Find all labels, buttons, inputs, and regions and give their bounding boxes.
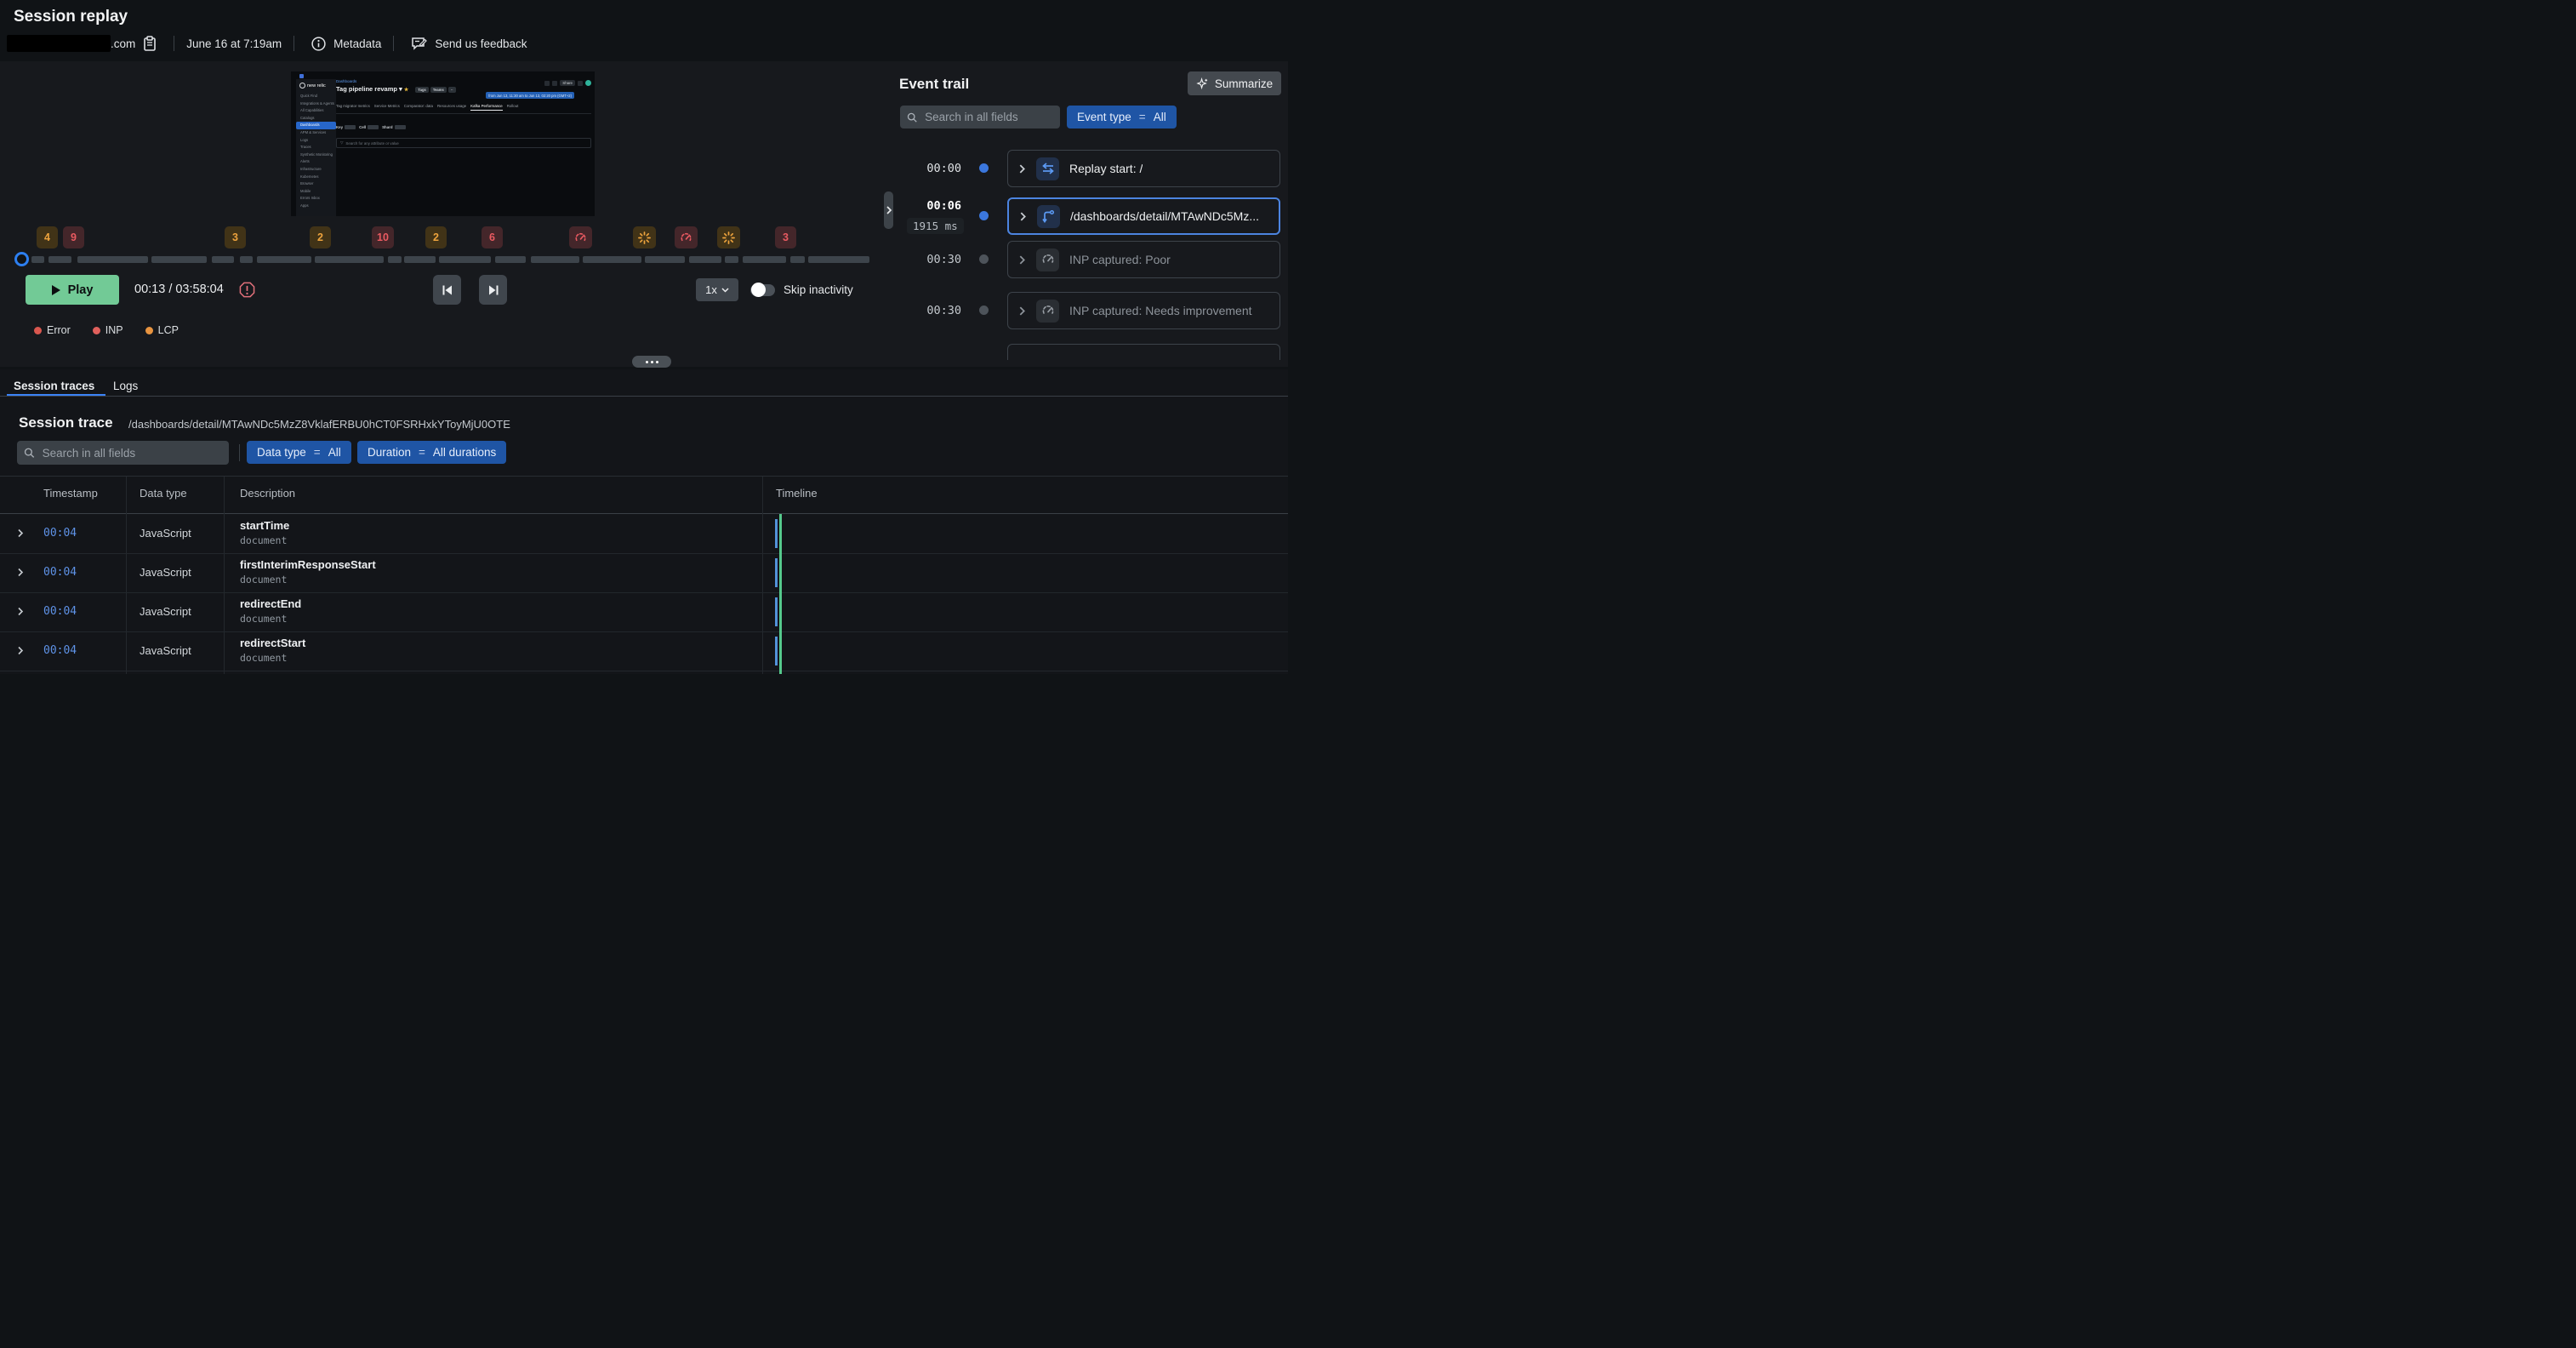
tab-session-traces[interactable]: Session traces bbox=[14, 380, 94, 392]
chevron-right-icon bbox=[1018, 255, 1026, 265]
row-description-name: firstInterimResponseStart bbox=[240, 558, 376, 571]
event-card-partial[interactable] bbox=[1007, 344, 1280, 360]
row-timestamp: 00:04 bbox=[43, 644, 77, 657]
chevron-right-icon bbox=[1018, 164, 1026, 174]
chevron-right-icon bbox=[17, 568, 24, 577]
column-header-description[interactable]: Description bbox=[240, 487, 295, 500]
trace-table-row[interactable]: 00:04 JavaScript redirectEnd document bbox=[0, 592, 1288, 632]
row-data-type: JavaScript bbox=[140, 605, 191, 618]
event-dot-gray[interactable] bbox=[979, 254, 989, 264]
trace-search[interactable] bbox=[17, 441, 229, 465]
event-time: 00:06 bbox=[910, 199, 961, 213]
tab-logs[interactable]: Logs bbox=[113, 380, 138, 392]
column-header-timeline[interactable]: Timeline bbox=[776, 487, 818, 500]
row-timeline-marker bbox=[775, 597, 778, 626]
row-description-detail: document bbox=[240, 613, 287, 625]
row-timestamp: 00:04 bbox=[43, 566, 77, 579]
trace-table-row[interactable]: 00:04 JavaScript firstInterimResponseSta… bbox=[0, 553, 1288, 593]
trace-table-row[interactable]: 00:04 JavaScript startTime document bbox=[0, 514, 1288, 554]
row-timestamp: 00:04 bbox=[43, 605, 77, 618]
trace-search-input[interactable] bbox=[41, 446, 222, 460]
row-description-detail: document bbox=[240, 534, 287, 546]
session-replay-page: Session replay .com June 16 at 7:19am Me… bbox=[0, 0, 1288, 674]
event-list: 00:00 Replay start: / 00:06 1915 ms /das… bbox=[0, 0, 1288, 360]
session-trace-path: /dashboards/detail/MTAwNDc5MzZ8VklafERBU… bbox=[128, 418, 510, 431]
chevron-right-icon bbox=[17, 607, 24, 616]
chevron-right-icon bbox=[17, 646, 24, 655]
event-card-route-change[interactable]: /dashboards/detail/MTAwNDc5Mz... bbox=[1007, 197, 1280, 235]
timeline-playhead-line bbox=[779, 514, 782, 674]
row-timeline-marker bbox=[775, 558, 778, 587]
duration-filter-pill[interactable]: Duration=All durations bbox=[357, 441, 506, 464]
event-time: 00:30 bbox=[910, 304, 961, 317]
table-top-border bbox=[0, 476, 1288, 477]
row-description-name: redirectStart bbox=[240, 637, 305, 649]
event-card-replay-start[interactable]: Replay start: / bbox=[1007, 150, 1280, 187]
data-type-filter-pill[interactable]: Data type=All bbox=[247, 441, 351, 464]
gauge-icon bbox=[1036, 248, 1059, 271]
route-change-icon bbox=[1037, 205, 1060, 228]
search-icon bbox=[24, 447, 35, 459]
session-trace-title: Session trace bbox=[19, 414, 113, 431]
event-dot-gray[interactable] bbox=[979, 306, 989, 315]
section-resize-handle[interactable] bbox=[632, 356, 671, 368]
row-timeline-marker bbox=[775, 637, 778, 665]
event-dot-blue[interactable] bbox=[979, 211, 989, 220]
row-data-type: JavaScript bbox=[140, 527, 191, 540]
trace-table-row[interactable]: 00:04 JavaScript redirectStart document bbox=[0, 631, 1288, 671]
event-time: 00:30 bbox=[910, 253, 961, 266]
row-description-name: startTime bbox=[240, 519, 289, 532]
divider bbox=[239, 444, 240, 461]
gauge-icon bbox=[1036, 300, 1059, 323]
row-description-detail: document bbox=[240, 574, 287, 585]
chevron-right-icon bbox=[1019, 212, 1027, 221]
event-card-inp-needs-improvement[interactable]: INP captured: Needs improvement bbox=[1007, 292, 1280, 329]
replay-icon bbox=[1036, 157, 1059, 180]
column-header-timestamp[interactable]: Timestamp bbox=[43, 487, 98, 500]
row-description-detail: document bbox=[240, 652, 287, 664]
event-dot-blue[interactable] bbox=[979, 163, 989, 173]
row-timestamp: 00:04 bbox=[43, 527, 77, 540]
column-header-data-type[interactable]: Data type bbox=[140, 487, 187, 500]
event-time: 00:00 bbox=[910, 162, 961, 175]
event-card-inp-poor[interactable]: INP captured: Poor bbox=[1007, 241, 1280, 278]
row-timeline-marker bbox=[775, 519, 778, 548]
row-description-name: redirectEnd bbox=[240, 597, 301, 610]
row-data-type: JavaScript bbox=[140, 566, 191, 579]
event-duration-badge: 1915 ms bbox=[907, 218, 964, 234]
session-traces-section: Session traces Logs Session trace /dashb… bbox=[0, 369, 1288, 674]
chevron-right-icon bbox=[1018, 306, 1026, 316]
row-data-type: JavaScript bbox=[140, 644, 191, 657]
tab-divider-line bbox=[0, 396, 1288, 397]
chevron-right-icon bbox=[17, 528, 24, 538]
